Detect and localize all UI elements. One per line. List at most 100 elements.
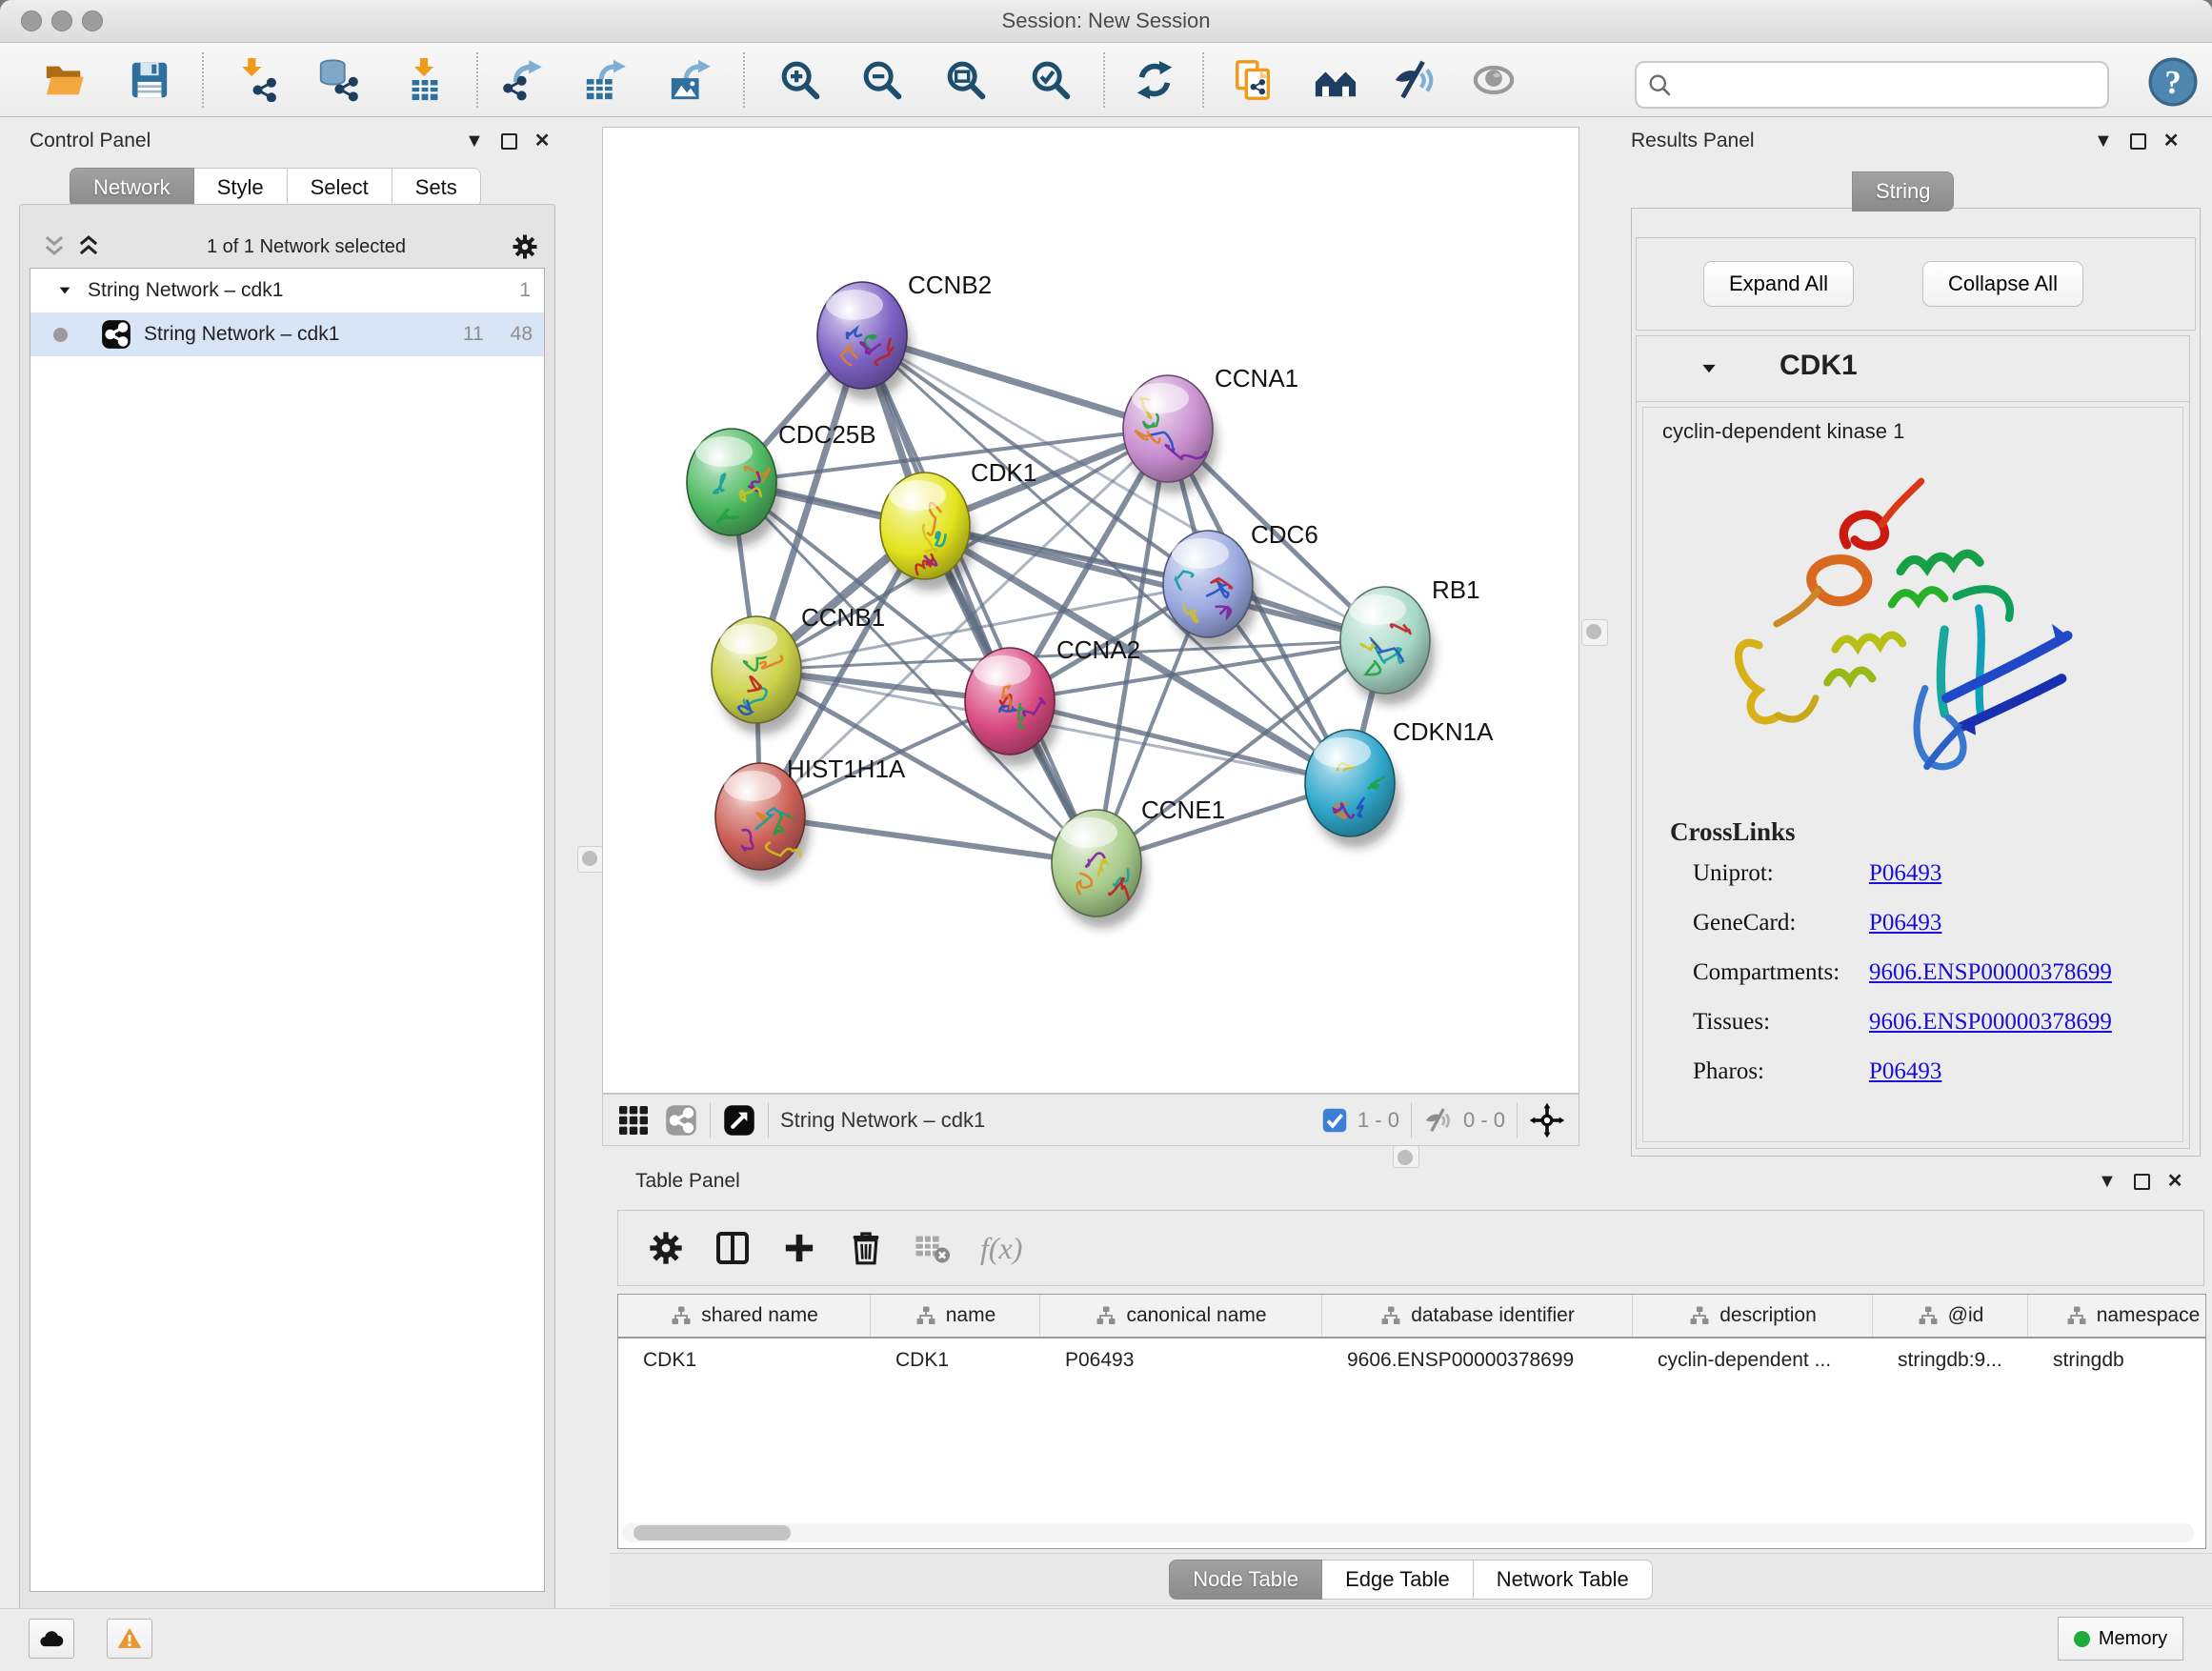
crosslink-link[interactable]: 9606.ENSP00000378699 bbox=[1869, 1009, 2112, 1036]
collection-expand-icon[interactable] bbox=[57, 283, 72, 298]
hidden-elements-icon[interactable] bbox=[1423, 1105, 1454, 1136]
hide-selected-button[interactable] bbox=[1391, 56, 1438, 104]
zoom-selected-button[interactable] bbox=[1027, 56, 1075, 104]
node-result-expand-icon[interactable] bbox=[1699, 359, 1719, 378]
crosslink-link[interactable]: P06493 bbox=[1869, 1058, 1941, 1085]
grid-view-icon[interactable] bbox=[616, 1103, 651, 1137]
tab-style[interactable]: Style bbox=[194, 168, 288, 208]
edge-CCNE1-HIST1H1A[interactable] bbox=[760, 816, 1096, 863]
warnings-button[interactable] bbox=[107, 1619, 152, 1659]
open-file-button[interactable] bbox=[41, 56, 89, 104]
search-box[interactable] bbox=[1635, 61, 2109, 109]
column-header-namespace[interactable]: namespace bbox=[2028, 1295, 2206, 1337]
memory-button[interactable]: Memory bbox=[2058, 1617, 2183, 1661]
node-HIST1H1A[interactable]: HIST1H1A bbox=[715, 755, 906, 881]
create-column-button[interactable] bbox=[780, 1229, 818, 1267]
crosslink-link[interactable]: 9606.ENSP00000378699 bbox=[1869, 959, 2112, 986]
tab-network-table[interactable]: Network Table bbox=[1474, 1560, 1653, 1600]
tab-edge-table[interactable]: Edge Table bbox=[1322, 1560, 1474, 1600]
node-CDK1[interactable]: CDK1 bbox=[880, 458, 1036, 591]
network-collection-row[interactable]: String Network – cdk1 1 bbox=[30, 269, 544, 312]
zoom-fit-button[interactable] bbox=[942, 56, 990, 104]
node-CCNB1[interactable]: CCNB1 bbox=[712, 603, 885, 735]
column-header-name[interactable]: name bbox=[871, 1295, 1040, 1337]
selected-nodes-checkbox[interactable] bbox=[1321, 1107, 1348, 1134]
column-header-description[interactable]: description bbox=[1633, 1295, 1873, 1337]
node-CCNB2[interactable]: CCNB2 bbox=[817, 271, 992, 400]
update-network-button[interactable] bbox=[1131, 56, 1178, 104]
show-columns-button[interactable] bbox=[714, 1229, 752, 1267]
crosslink-link[interactable]: P06493 bbox=[1869, 910, 1941, 936]
right-splitter-handle[interactable] bbox=[1581, 619, 1608, 646]
fit-content-crosshair-icon[interactable] bbox=[1529, 1102, 1565, 1138]
delete-column-button[interactable] bbox=[847, 1229, 885, 1267]
node-CCNE1[interactable]: CCNE1 bbox=[1052, 795, 1225, 928]
import-table-from-file-button[interactable] bbox=[401, 56, 449, 104]
tab-network[interactable]: Network bbox=[70, 168, 194, 208]
tab-node-table[interactable]: Node Table bbox=[1169, 1560, 1322, 1600]
crosslink-link[interactable]: P06493 bbox=[1869, 860, 1941, 887]
column-header-database-identifier[interactable]: database identifier bbox=[1322, 1295, 1633, 1337]
import-network-from-file-button[interactable] bbox=[234, 56, 282, 104]
network-options-gear-icon[interactable] bbox=[511, 232, 539, 261]
table-panel-collapse-button[interactable]: ▼ bbox=[2098, 1172, 2117, 1191]
table-cell[interactable]: 9606.ENSP00000378699 bbox=[1322, 1349, 1633, 1372]
table-row[interactable]: CDK1CDK1P064939606.ENSP00000378699cyclin… bbox=[618, 1339, 2205, 1382]
table-cell[interactable]: P06493 bbox=[1040, 1349, 1322, 1372]
table-cell[interactable]: CDK1 bbox=[618, 1349, 871, 1372]
table-cell[interactable]: stringdb bbox=[2028, 1349, 2206, 1372]
expand-all-button[interactable]: Expand All bbox=[1703, 261, 1854, 307]
collapse-all-networks-icon[interactable] bbox=[41, 233, 68, 260]
table-cell[interactable]: cyclin-dependent ... bbox=[1633, 1349, 1873, 1372]
results-panel-close-button[interactable]: ✕ bbox=[2163, 131, 2180, 151]
export-image-button[interactable] bbox=[666, 56, 714, 104]
scrollbar-thumb[interactable] bbox=[633, 1525, 791, 1540]
tab-string[interactable]: String bbox=[1852, 171, 1954, 211]
expand-all-networks-icon[interactable] bbox=[75, 233, 102, 260]
control-panel-collapse-button[interactable]: ▼ bbox=[465, 131, 484, 151]
search-input[interactable] bbox=[1680, 73, 2107, 97]
network-row-selected[interactable]: String Network – cdk1 11 48 bbox=[30, 312, 544, 356]
zoom-in-button[interactable] bbox=[776, 56, 824, 104]
edge-CCNB2-CCNE1[interactable] bbox=[862, 335, 1096, 863]
network-view-canvas[interactable]: CCNB2CCNA1CDC25BCDK1CDC6RB1CCNB1CCNA2CDK… bbox=[602, 127, 1579, 1094]
column-header-shared-name[interactable]: shared name bbox=[618, 1295, 871, 1337]
tab-select[interactable]: Select bbox=[288, 168, 392, 208]
network-graph[interactable]: CCNB2CCNA1CDC25BCDK1CDC6RB1CCNB1CCNA2CDK… bbox=[603, 128, 1579, 1093]
table-cell[interactable]: stringdb:9... bbox=[1873, 1349, 2028, 1372]
cloud-status-button[interactable] bbox=[29, 1619, 74, 1659]
table-panel-float-button[interactable] bbox=[2134, 1174, 2150, 1190]
node-CCNA1[interactable]: CCNA1 bbox=[1123, 364, 1298, 493]
column-header-at-id[interactable]: @id bbox=[1873, 1295, 2028, 1337]
help-button[interactable] bbox=[2148, 57, 2198, 107]
control-panel-close-button[interactable]: ✕ bbox=[534, 131, 551, 151]
results-panel-collapse-button[interactable]: ▼ bbox=[2094, 131, 2113, 151]
node-CDC6[interactable]: CDC6 bbox=[1163, 520, 1318, 649]
column-header-canonical-name[interactable]: canonical name bbox=[1040, 1295, 1322, 1337]
node-result-header[interactable]: CDK1 bbox=[1637, 336, 2189, 402]
zoom-out-button[interactable] bbox=[858, 56, 906, 104]
show-all-button[interactable] bbox=[1470, 56, 1518, 104]
node-CDKN1A[interactable]: CDKN1A bbox=[1305, 717, 1494, 848]
export-table-button[interactable] bbox=[581, 56, 629, 104]
table-panel-close-button[interactable]: ✕ bbox=[2167, 1172, 2183, 1191]
table-cell[interactable]: CDK1 bbox=[871, 1349, 1040, 1372]
import-network-from-database-button[interactable] bbox=[314, 56, 362, 104]
function-builder-button[interactable]: f(x) bbox=[980, 1231, 1022, 1266]
node-RB1[interactable]: RB1 bbox=[1340, 575, 1480, 705]
tab-sets[interactable]: Sets bbox=[392, 168, 481, 208]
results-panel-float-button[interactable] bbox=[2130, 133, 2146, 150]
show-home-panels-button[interactable] bbox=[1312, 56, 1359, 104]
export-network-button[interactable] bbox=[499, 56, 547, 104]
duplicate-network-button[interactable] bbox=[1230, 56, 1277, 104]
node-CDC25B[interactable]: CDC25B bbox=[687, 420, 876, 547]
birds-eye-view-icon[interactable] bbox=[722, 1103, 756, 1137]
collapse-all-button[interactable]: Collapse All bbox=[1922, 261, 2083, 307]
delete-table-button[interactable] bbox=[914, 1229, 952, 1267]
control-panel-float-button[interactable] bbox=[501, 133, 517, 150]
zoom-in-icon bbox=[778, 58, 822, 102]
table-options-button[interactable] bbox=[647, 1229, 685, 1267]
left-splitter-handle[interactable] bbox=[577, 846, 604, 873]
table-horizontal-scrollbar[interactable] bbox=[622, 1523, 2194, 1542]
save-session-button[interactable] bbox=[126, 56, 173, 104]
